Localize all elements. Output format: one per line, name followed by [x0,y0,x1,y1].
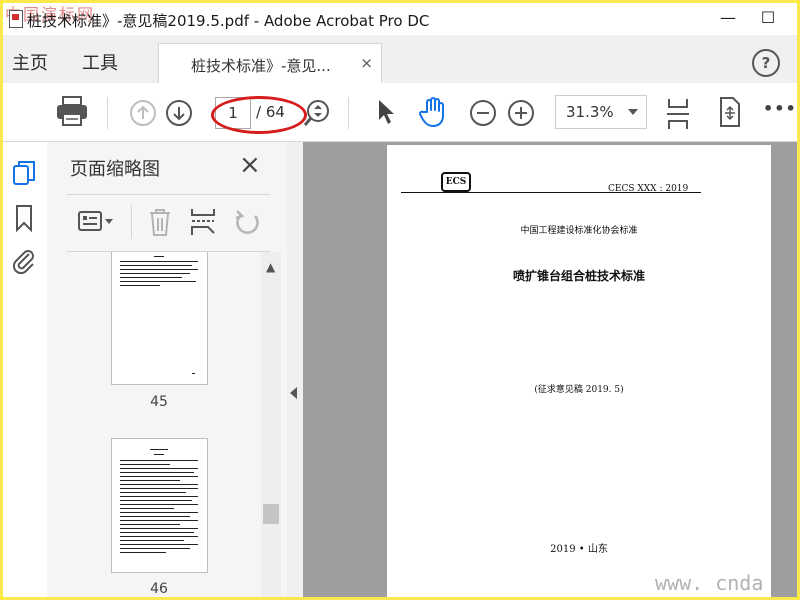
select-cursor-icon[interactable] [375,98,397,126]
document-view[interactable]: ECS CECS XXX : 2019 中国工程建设标准化协会标准 喷扩锥台组合… [303,142,797,597]
insert-page-icon[interactable] [189,207,219,237]
highlight-annotation [211,96,307,134]
pdf-page: ECS CECS XXX : 2019 中国工程建设标准化协会标准 喷扩锥台组合… [387,145,771,597]
toolbar-separator [348,97,349,129]
page-thumbnail-46[interactable] [111,438,208,573]
thumbnail-scrollbar[interactable]: ▲ [261,252,281,597]
acrobat-window: 中国演标网 桩技术标准》-意见稿2019.5.pdf - Adobe Acrob… [3,3,797,597]
previous-page-icon[interactable] [129,99,157,127]
page-thumbnail-label: 46 [150,581,168,597]
zoom-out-icon[interactable] [469,99,497,127]
panel-toolbar [67,194,270,252]
rotate-view-icon[interactable] [715,96,743,128]
document-footer: 2019 • 山东 [550,544,608,555]
page-thumbnails-icon[interactable] [12,160,36,188]
scroll-up-icon[interactable]: ▲ [266,260,275,274]
thumbnails-panel: 页面缩略图 × 45 46 ▲ [47,142,288,597]
title-bar: 中国演标网 桩技术标准》-意见稿2019.5.pdf - Adobe Acrob… [3,3,797,35]
panel-title: 页面缩略图 [70,159,160,180]
pdf-file-icon [9,10,23,28]
home-tab[interactable]: 主页 [12,49,48,75]
more-tools-button[interactable]: ••• [763,99,797,118]
tools-tab[interactable]: 工具 [82,49,118,75]
document-tab-label: 桩技术标准》-意见... [191,57,331,75]
zoom-scroll-icon[interactable] [303,98,331,128]
window-title: 桩技术标准》-意见稿2019.5.pdf - Adobe Acrobat Pro… [27,12,430,30]
print-icon[interactable] [55,95,89,127]
delete-page-icon[interactable] [147,207,173,237]
site-watermark: www. cnda [655,571,764,595]
attachment-icon[interactable] [11,246,37,276]
toolbar: 1 / 64 31.3% ••• [3,83,797,142]
hand-tool-icon[interactable] [419,96,449,128]
fit-page-icon[interactable] [665,97,691,131]
document-title: 喷扩锥台组合桩技术标准 [512,269,645,283]
close-panel-icon[interactable]: × [239,150,261,180]
next-page-icon[interactable] [165,99,193,127]
close-tab-icon[interactable]: × [360,54,373,72]
toolbar-separator [131,205,132,239]
page-thumbnail-label: 45 [150,394,168,410]
zoom-in-icon[interactable] [507,99,535,127]
bookmark-icon[interactable] [14,204,34,232]
panel-collapse-handle[interactable] [287,142,303,597]
association-name: 中国工程建设标准化协会标准 [520,226,638,236]
thumbnail-options-icon[interactable] [77,209,117,235]
zoom-select[interactable]: 31.3% [555,95,647,129]
navigation-rail [3,142,48,597]
toolbar-separator [107,97,108,129]
thumbnail-list: 45 46 [47,252,261,597]
document-tab[interactable]: 桩技术标准》-意见... × [158,43,382,85]
ecs-logo: ECS [441,172,471,192]
draft-note: (征求意见稿 2019. 5) [534,385,624,395]
menu-bar: 主页 工具 桩技术标准》-意见... × ? [3,35,797,85]
rotate-page-icon[interactable] [233,207,263,237]
chevron-down-icon [628,109,638,115]
header-rule [401,192,701,193]
help-icon[interactable]: ? [752,49,780,77]
scrollbar-thumb[interactable] [263,504,279,524]
zoom-value: 31.3% [566,103,614,121]
collapse-arrow-icon [290,387,297,399]
page-thumbnail-45[interactable] [111,252,208,385]
maximize-button[interactable]: ☐ [745,3,791,35]
